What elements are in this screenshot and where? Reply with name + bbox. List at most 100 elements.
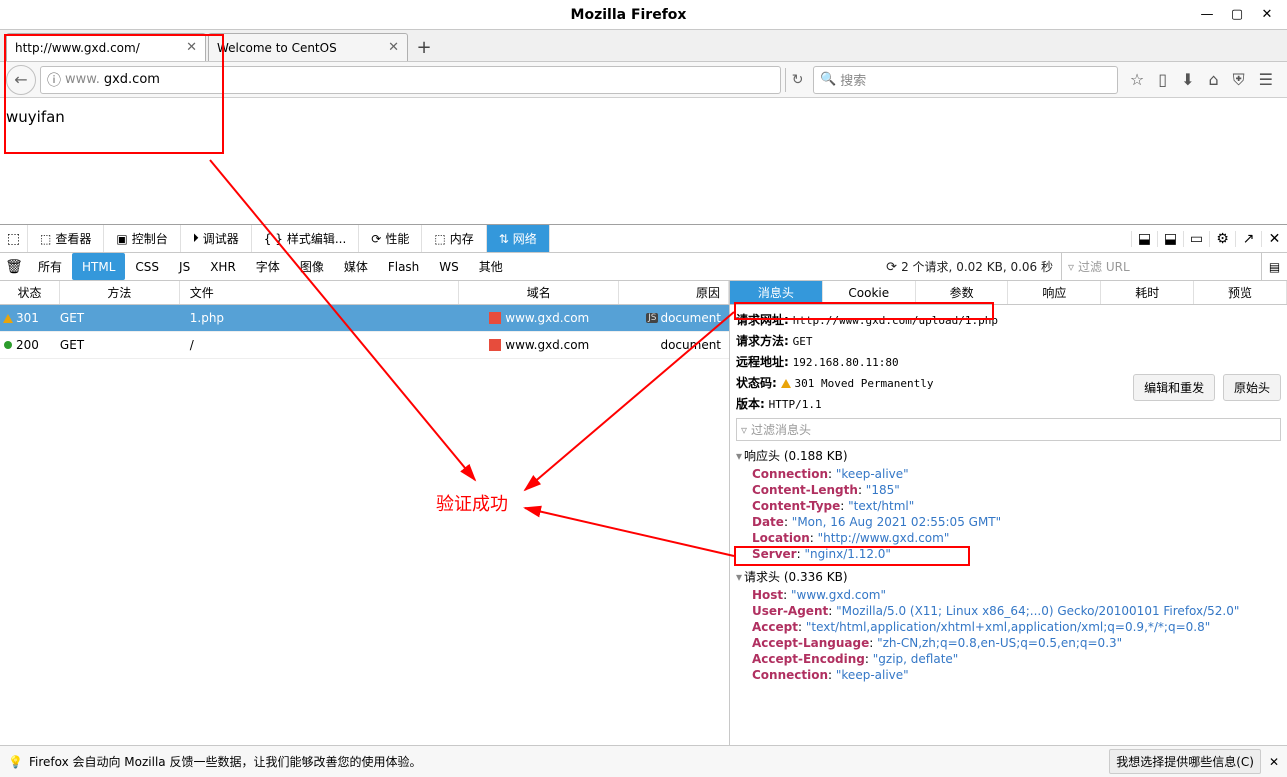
choose-info-button[interactable]: 我想选择提供哪些信息(C) (1109, 749, 1261, 774)
search-icon: 🔍 (820, 72, 836, 87)
detail-url: 请求网址: http://www.gxd.com/upload/1.php (736, 309, 1281, 330)
dock-side-icon[interactable]: ⬓ (1131, 231, 1157, 247)
devtools-panel: ⬚ ⬚查看器 ▣控制台 ⏵调试器 { }样式编辑... ⟳性能 ⬚内存 ⇅网络 … (0, 224, 1287, 745)
popout-icon[interactable]: ↗ (1235, 231, 1261, 247)
url-prefix: www. (65, 72, 100, 87)
shield-icon[interactable]: ⛨ (1233, 70, 1245, 90)
header-kv: Connection: "keep-alive" (736, 466, 1281, 482)
filter-html[interactable]: HTML (72, 253, 125, 280)
header-kv: Connection: "keep-alive" (736, 667, 1281, 683)
maximize-button[interactable]: ▢ (1227, 7, 1247, 22)
tab-1[interactable]: Welcome to CentOS ✕ (208, 33, 408, 61)
close-window-button[interactable]: ✕ (1257, 7, 1277, 22)
filter-all[interactable]: 所有 (28, 253, 72, 280)
back-button[interactable]: ← (6, 65, 36, 95)
funnel-icon: ▿ (1068, 260, 1074, 274)
responsive-icon[interactable]: ▭ (1183, 231, 1209, 247)
col-status[interactable]: 状态 (0, 281, 60, 304)
devtools-tabs: ⬚ ⬚查看器 ▣控制台 ⏵调试器 { }样式编辑... ⟳性能 ⬚内存 ⇅网络 … (0, 225, 1287, 253)
tab-console[interactable]: ▣控制台 (104, 225, 180, 252)
pick-element-icon[interactable]: ⬚ (0, 225, 28, 252)
network-columns-header: 状态 方法 文件 域名 原因 (0, 281, 729, 305)
col-file[interactable]: 文件 (180, 281, 460, 304)
detail-filter-input[interactable]: ▿过滤消息头 (736, 418, 1281, 441)
pocket-icon[interactable]: ▯ (1158, 70, 1167, 89)
detail-method: 请求方法: GET (736, 330, 1281, 351)
col-cause[interactable]: 原因 (619, 281, 729, 304)
detail-tab-cookie[interactable]: Cookie (823, 281, 916, 304)
annotation-success-label: 验证成功 (436, 490, 508, 516)
detail-tab-timing[interactable]: 耗时 (1101, 281, 1194, 304)
network-row[interactable]: 200GET/www.gxd.comdocument (0, 332, 729, 359)
edit-resend-button[interactable]: 编辑和重发 (1133, 374, 1215, 401)
request-headers-section[interactable]: ▾请求头 (0.336 KB) (736, 566, 1281, 587)
filter-other[interactable]: 其他 (469, 253, 513, 280)
network-filter-bar: 🗑 所有 HTML CSS JS XHR 字体 图像 媒体 Flash WS 其… (0, 253, 1287, 281)
network-filter-input[interactable]: ▿过滤 URL (1061, 253, 1261, 280)
header-kv: Accept: "text/html,application/xhtml+xml… (736, 619, 1281, 635)
detail-remote: 远程地址: 192.168.80.11:80 (736, 351, 1281, 372)
raw-headers-button[interactable]: 原始头 (1223, 374, 1281, 401)
header-kv: Content-Type: "text/html" (736, 498, 1281, 514)
detail-tab-preview[interactable]: 预览 (1194, 281, 1287, 304)
header-kv: Date: "Mon, 16 Aug 2021 02:55:05 GMT" (736, 514, 1281, 530)
col-domain[interactable]: 域名 (459, 281, 619, 304)
bookmark-icon[interactable]: ☆ (1130, 70, 1144, 89)
tab-memory[interactable]: ⬚内存 (422, 225, 486, 252)
funnel-icon: ▿ (741, 423, 747, 437)
detail-tabs: 消息头 Cookie 参数 响应 耗时 预览 (730, 281, 1287, 305)
response-headers-section[interactable]: ▾响应头 (0.188 KB) (736, 445, 1281, 466)
toggle-details-icon[interactable]: ▤ (1261, 253, 1287, 280)
statusbar-text: Firefox 会自动向 Mozilla 反馈一些数据，让我们能够改善您的使用体… (29, 753, 422, 770)
tab-0[interactable]: http://www.gxd.com/ ✕ (6, 33, 206, 61)
detail-tab-params[interactable]: 参数 (916, 281, 1009, 304)
settings-icon[interactable]: ⚙ (1209, 231, 1235, 247)
new-tab-button[interactable]: + (410, 33, 438, 61)
clear-icon[interactable]: 🗑 (0, 259, 28, 275)
split-console-icon[interactable]: ⬓ (1157, 231, 1183, 247)
close-statusbar-icon[interactable]: ✕ (1269, 755, 1279, 769)
network-detail-panel: 消息头 Cookie 参数 响应 耗时 预览 请求网址: http://www.… (730, 281, 1287, 745)
search-input[interactable]: 🔍 搜索 (813, 66, 1118, 94)
browser-tabs: http://www.gxd.com/ ✕ Welcome to CentOS … (0, 30, 1287, 62)
close-tab-icon[interactable]: ✕ (186, 40, 197, 55)
url-input[interactable]: ⓘ www. gxd.com (40, 66, 781, 94)
close-devtools-icon[interactable]: ✕ (1261, 231, 1287, 247)
home-icon[interactable]: ⌂ (1208, 70, 1218, 89)
tab-label: http://www.gxd.com/ (15, 41, 140, 55)
menu-icon[interactable]: ☰ (1259, 70, 1273, 89)
filter-css[interactable]: CSS (125, 253, 169, 280)
detail-tab-response[interactable]: 响应 (1008, 281, 1101, 304)
tab-inspector[interactable]: ⬚查看器 (28, 225, 104, 252)
url-domain: gxd.com (104, 72, 160, 87)
tab-debugger[interactable]: ⏵调试器 (181, 225, 252, 252)
filter-flash[interactable]: Flash (378, 253, 429, 280)
tab-label: Welcome to CentOS (217, 41, 337, 55)
reload-button[interactable]: ↻ (785, 68, 809, 92)
window-title: Mozilla Firefox (60, 7, 1197, 23)
window-titlebar: Mozilla Firefox — ▢ ✕ (0, 0, 1287, 30)
filter-ws[interactable]: WS (429, 253, 468, 280)
tab-style[interactable]: { }样式编辑... (252, 225, 360, 252)
detail-tab-headers[interactable]: 消息头 (730, 281, 823, 304)
tab-network[interactable]: ⇅网络 (487, 225, 550, 252)
col-method[interactable]: 方法 (60, 281, 180, 304)
close-tab-icon[interactable]: ✕ (388, 40, 399, 55)
filter-images[interactable]: 图像 (290, 253, 334, 280)
info-icon[interactable]: ⓘ (47, 70, 61, 90)
tab-perf[interactable]: ⟳性能 (359, 225, 422, 252)
header-kv: Accept-Language: "zh-CN,zh;q=0.8,en-US;q… (736, 635, 1281, 651)
page-body-text: wuyifan (6, 108, 65, 126)
network-row[interactable]: 301GET1.phpwww.gxd.comJSdocument (0, 305, 729, 332)
network-summary: ⟳ 2 个请求, 0.02 KB, 0.06 秒 (886, 258, 1061, 275)
header-kv: User-Agent: "Mozilla/5.0 (X11; Linux x86… (736, 603, 1281, 619)
minimize-button[interactable]: — (1197, 7, 1217, 22)
downloads-icon[interactable]: ⬇ (1181, 70, 1194, 89)
filter-xhr[interactable]: XHR (200, 253, 246, 280)
bulb-icon: 💡 (8, 755, 23, 769)
header-kv: Content-Length: "185" (736, 482, 1281, 498)
detail-status: 编辑和重发 原始头 状态码: 301 Moved Permanently (736, 372, 1281, 393)
filter-media[interactable]: 媒体 (334, 253, 378, 280)
filter-js[interactable]: JS (169, 253, 200, 280)
filter-fonts[interactable]: 字体 (246, 253, 290, 280)
